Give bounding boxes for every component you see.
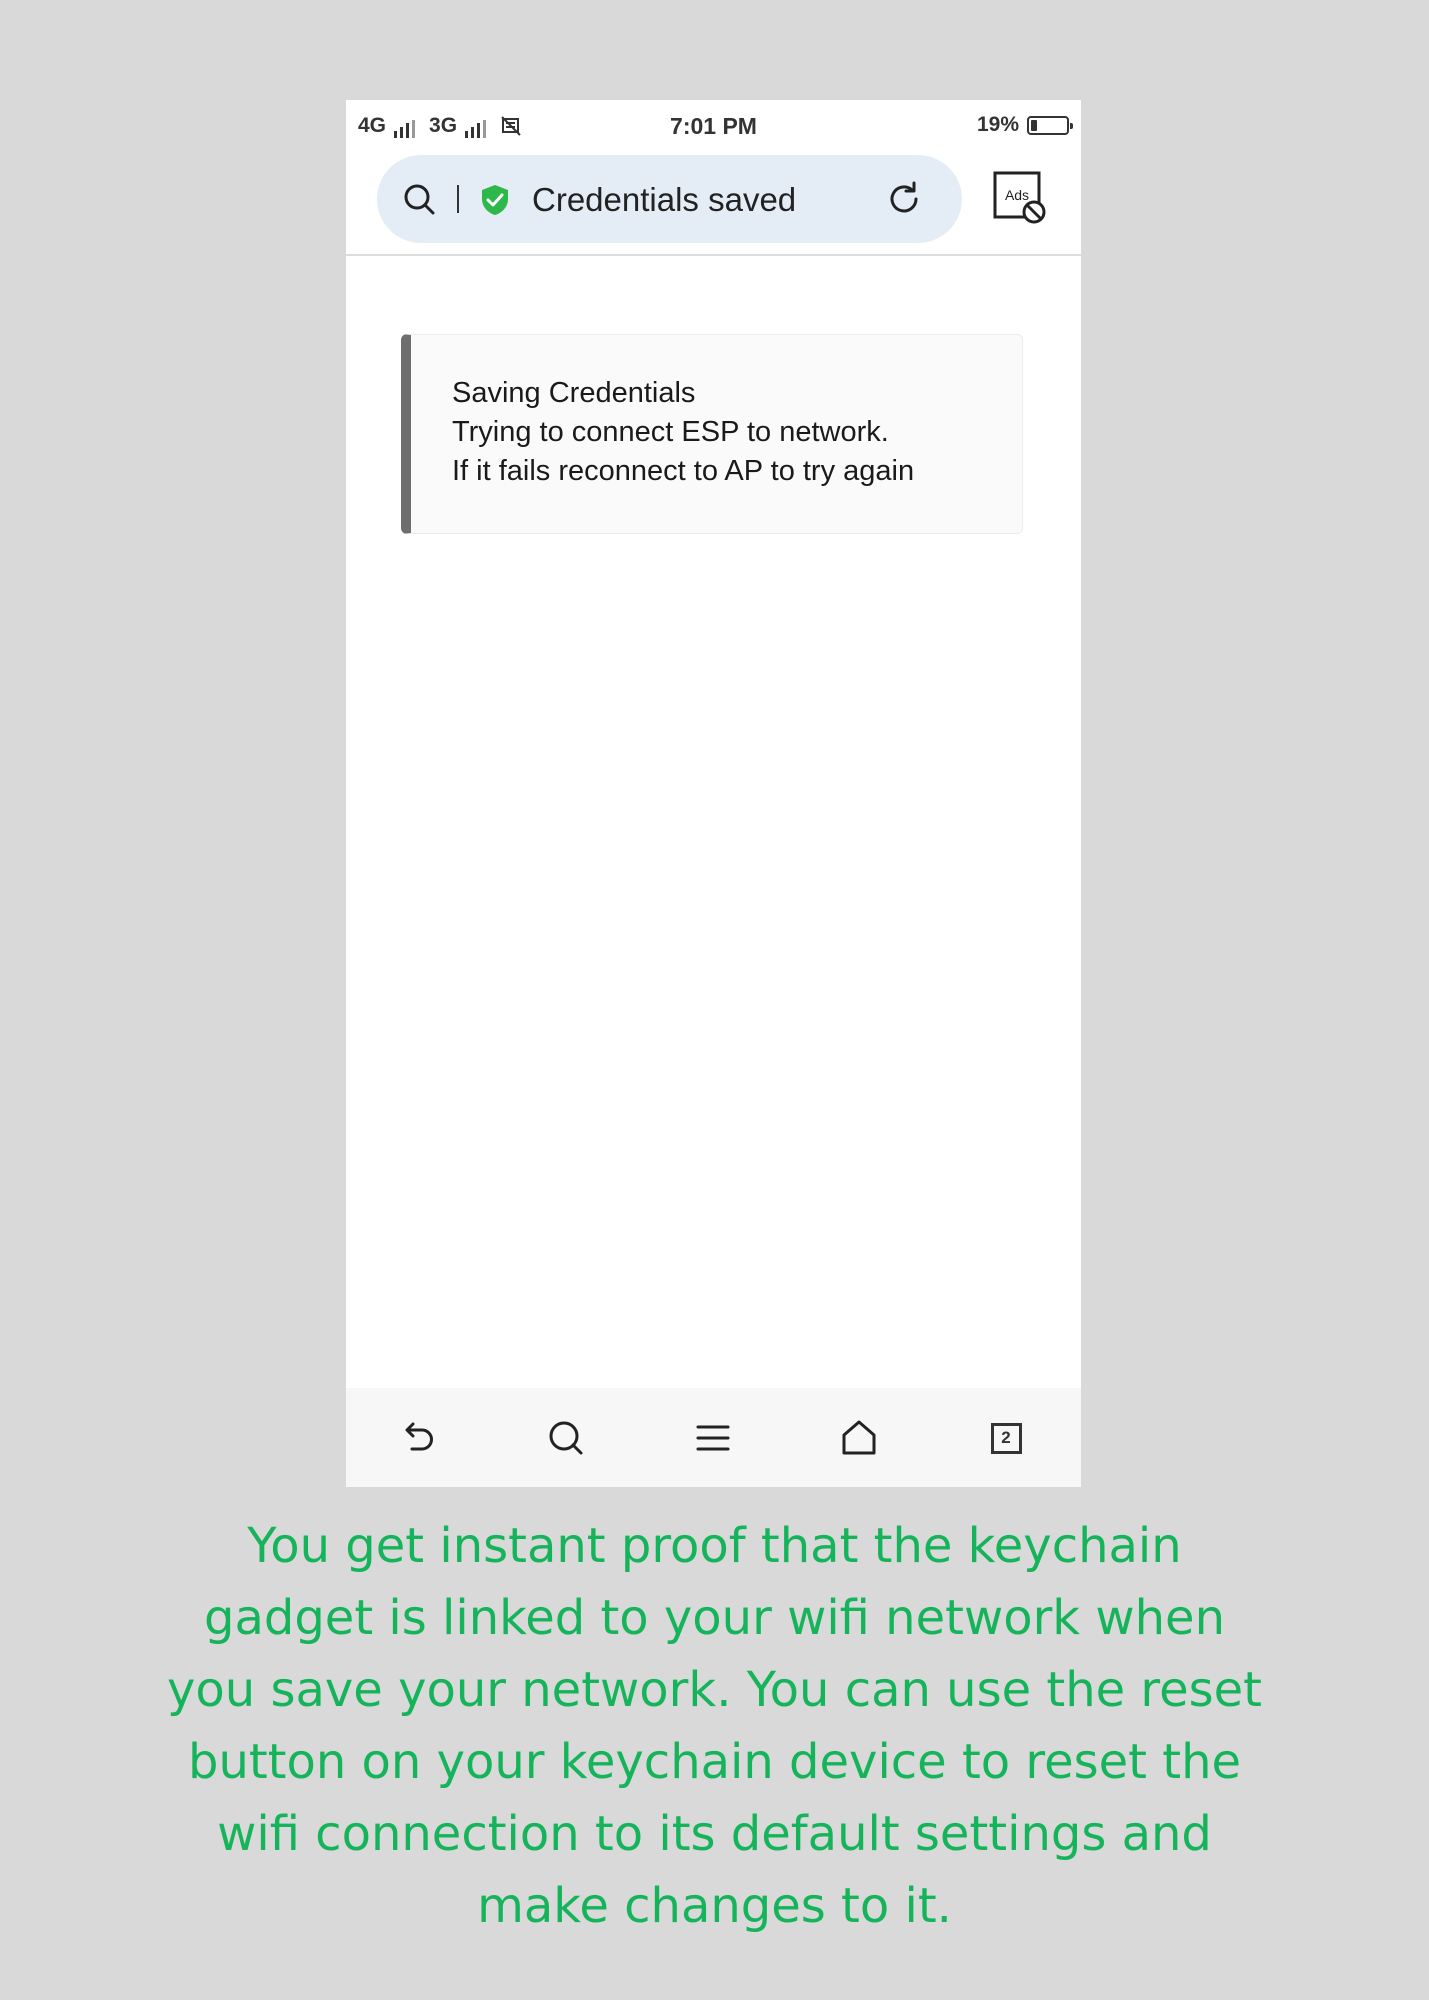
ads-label: Ads	[1005, 187, 1029, 203]
reload-icon[interactable]	[885, 180, 923, 218]
address-separator	[457, 185, 459, 213]
caption: You get instant proof that the keychain …	[100, 1510, 1329, 1942]
caption-line: button on your keychain device to reset …	[187, 1734, 1242, 1790]
back-icon[interactable]	[398, 1418, 438, 1458]
message-line: Saving Credentials	[452, 377, 696, 409]
bottom-nav: 2	[346, 1388, 1081, 1487]
search-icon[interactable]	[546, 1418, 586, 1458]
caption-line: You get instant proof that the keychain	[247, 1518, 1182, 1574]
search-icon[interactable]	[402, 182, 438, 218]
message-card: Saving Credentials Trying to connect ESP…	[401, 334, 1023, 534]
back-button[interactable]	[388, 1408, 448, 1468]
message-line: Trying to connect ESP to network.	[452, 416, 889, 448]
message-line: If it fails reconnect to AP to try again	[452, 455, 915, 487]
search-button[interactable]	[536, 1408, 596, 1468]
battery-icon	[1027, 115, 1073, 135]
home-button[interactable]	[829, 1408, 889, 1468]
address-bar[interactable]: Credentials saved	[377, 155, 962, 243]
caption-line: you save your network. You can use the r…	[167, 1662, 1262, 1718]
status-time: 7:01 PM	[670, 113, 757, 139]
menu-icon[interactable]	[693, 1418, 733, 1458]
ad-block-icon[interactable]: Ads	[992, 170, 1048, 226]
toolbar-divider	[346, 254, 1081, 256]
menu-button[interactable]	[683, 1408, 743, 1468]
phone-screen: 4G 3G 7:01 PM 19% Credentials saved Ads …	[346, 100, 1081, 1487]
caption-line: gadget is linked to your wifi network wh…	[203, 1590, 1225, 1646]
status-bar: 4G 3G 7:01 PM 19%	[346, 100, 1081, 150]
tabs-button[interactable]: 2	[976, 1408, 1036, 1468]
tab-count-icon[interactable]: 2	[990, 1422, 1022, 1454]
page-title[interactable]: Credentials saved	[532, 181, 796, 219]
battery-indicator: 19%	[976, 113, 1073, 137]
home-icon[interactable]	[839, 1418, 879, 1458]
battery-percent: 19%	[976, 113, 1019, 136]
caption-line: wifi connection to its default settings …	[217, 1806, 1212, 1862]
caption-line: make changes to it.	[477, 1878, 952, 1934]
secure-shield-icon	[482, 185, 508, 215]
ad-block-button[interactable]: Ads	[992, 170, 1048, 226]
